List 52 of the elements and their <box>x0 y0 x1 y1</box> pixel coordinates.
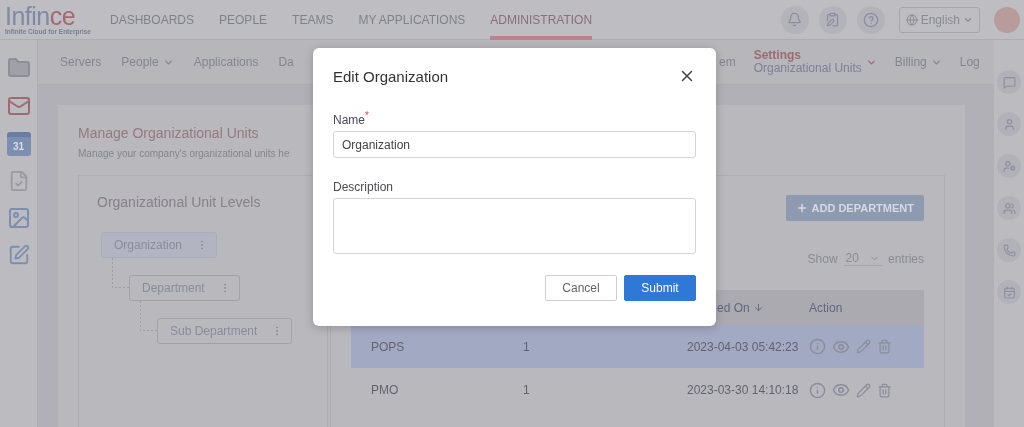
info-icon[interactable] <box>809 338 826 355</box>
table-cell-text: PMO <box>371 383 400 397</box>
logo-wordmark: Infince <box>5 4 76 28</box>
nav-tab[interactable]: ADMINISTRATION <box>490 0 593 40</box>
connector-line <box>112 258 129 288</box>
column-header[interactable]: ed On <box>687 300 809 315</box>
field-label: Description <box>333 180 395 194</box>
phone-icon[interactable] <box>997 238 1021 262</box>
user-icon[interactable] <box>997 112 1021 136</box>
table-cell-text: 1 <box>523 383 531 397</box>
field-label: Name$^{*}$ <box>333 110 370 127</box>
table-cell-text: POPS <box>371 339 406 354</box>
envelope-icon[interactable] <box>6 94 31 118</box>
calendar-icon[interactable]: 31 <box>6 132 31 156</box>
nav-tab[interactable]: TEAMS <box>292 0 334 40</box>
description-input[interactable] <box>333 198 696 254</box>
add-department-button[interactable]: ADD DEPARTMENT <box>785 195 924 221</box>
name-input[interactable]: Organization <box>333 131 696 158</box>
image-icon[interactable] <box>6 206 31 230</box>
table-row[interactable]: POPS 1 2023-04-03 05:42:23 <box>351 325 924 368</box>
avatar[interactable] <box>994 6 1020 33</box>
nav-tab[interactable]: DASHBOARDS <box>110 0 195 40</box>
page-title: Manage Organizational Units <box>78 125 260 141</box>
clipboard-icon[interactable] <box>818 5 847 34</box>
trash-icon[interactable] <box>877 339 892 354</box>
users-icon[interactable] <box>997 196 1021 220</box>
pencil-icon[interactable] <box>856 339 871 354</box>
calendar-check-icon[interactable] <box>997 280 1021 304</box>
edit-icon[interactable] <box>7 244 30 266</box>
help-icon[interactable] <box>856 5 885 34</box>
folder-icon[interactable] <box>6 56 31 80</box>
eye-icon[interactable] <box>832 381 850 399</box>
nav-tab[interactable]: PEOPLE <box>219 0 268 40</box>
bell-icon[interactable] <box>780 5 809 34</box>
table-cell-text: 2023-03-30 14:10:18 <box>687 383 800 397</box>
globe-icon <box>905 13 918 26</box>
plus-icon <box>795 202 808 214</box>
chat-icon[interactable] <box>997 70 1021 94</box>
trash-icon[interactable] <box>877 382 892 398</box>
panel-title: Organizational Unit Levels <box>97 194 262 210</box>
pencil-icon[interactable] <box>856 382 871 398</box>
cancel-button[interactable]: Cancel <box>545 275 617 301</box>
user-settings-icon[interactable] <box>997 154 1021 178</box>
submit-button[interactable]: Submit <box>624 275 696 301</box>
nav-tab[interactable]: MY APPLICATIONS <box>358 0 466 40</box>
table-cell-text: 2023-04-03 05:42:23 <box>687 339 800 354</box>
subnav-link[interactable]: Settings Organizational Units <box>753 49 877 75</box>
info-icon[interactable] <box>809 381 826 399</box>
table-cell-text: 1 <box>523 339 531 354</box>
dialog-title: Edit Organization <box>333 67 449 85</box>
connector-line <box>140 301 157 331</box>
column-header: Action <box>809 300 844 315</box>
